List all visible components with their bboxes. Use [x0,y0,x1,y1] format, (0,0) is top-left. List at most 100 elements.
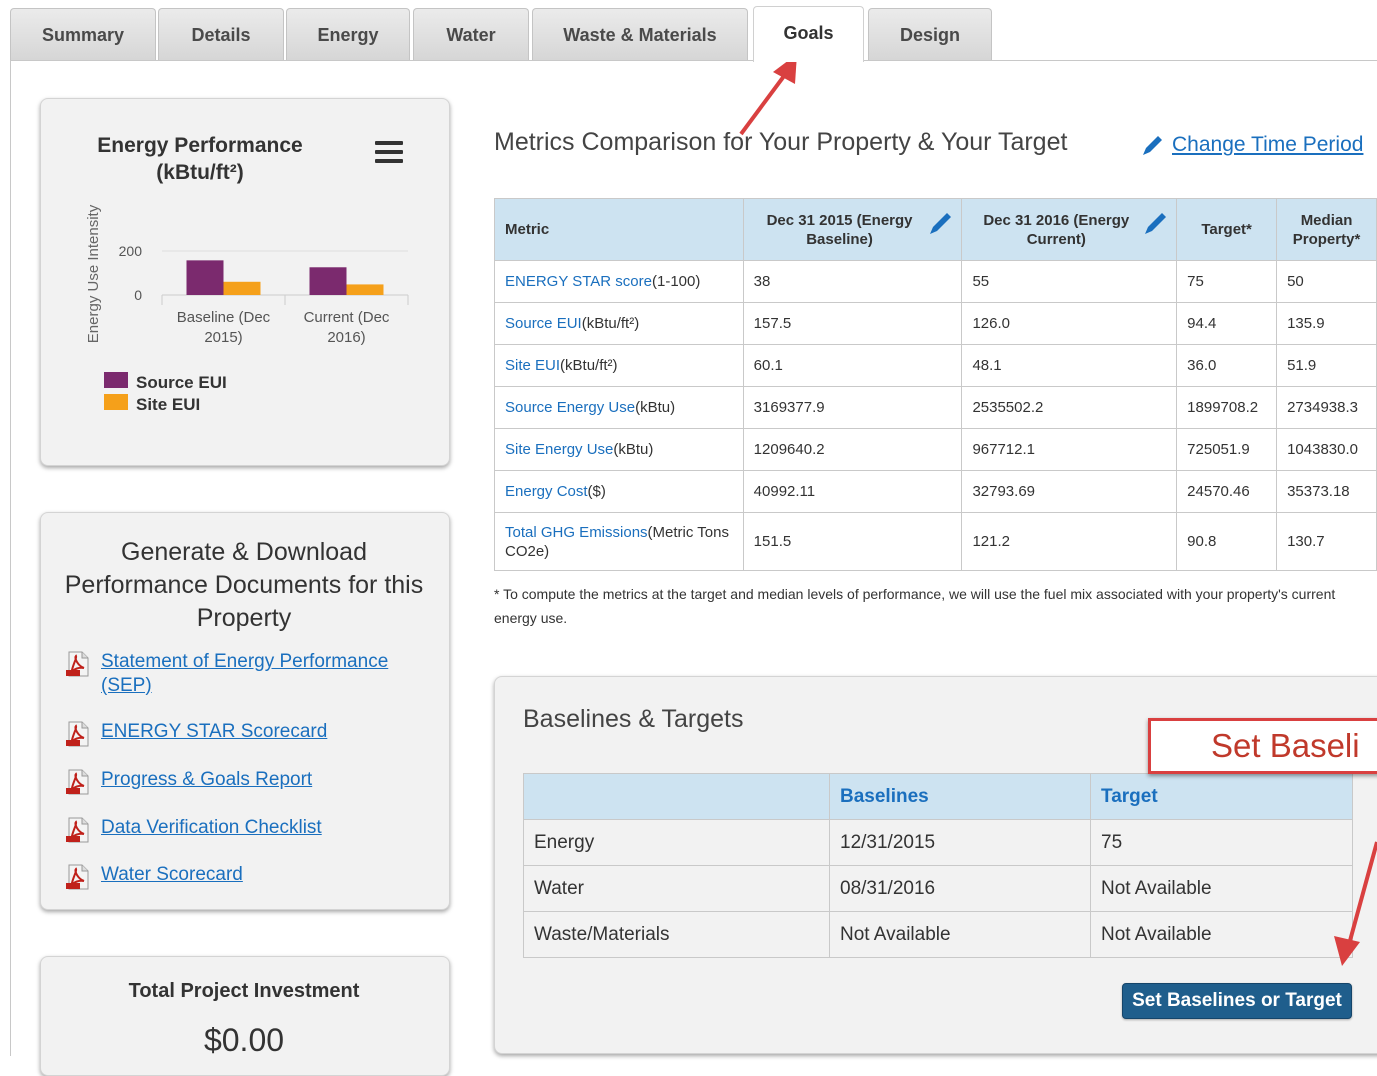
tab-details[interactable]: Details [158,8,284,60]
metric-name-cell: Total GHG Emissions(Metric Tons CO2e) [494,512,744,571]
arrow-to-goals-tab [739,54,797,136]
metric-value-cell: 151.5 [742,512,963,571]
document-link[interactable]: ENERGY STAR Scorecard [101,720,327,744]
metrics-row: Source Energy Use(kBtu) 3169377.9 2535502.… [494,386,1377,429]
document-link[interactable]: Statement of Energy Performance (SEP) [101,650,411,698]
investment-value: $0.00 [203,1022,285,1058]
metric-value-cell: 55 [961,260,1178,303]
chart-bar [309,267,347,295]
baseline-header-label: Dec 31 2015 (Energy Baseline) [766,211,913,248]
tab-goals[interactable]: Goals [753,6,864,62]
tab-waste-materials[interactable]: Waste & Materials [532,8,748,60]
chart-y-tick: 0 [134,287,142,303]
tab-summary[interactable]: Summary [10,8,156,60]
chart-bar [186,260,224,295]
metrics-header-median: Median Property* [1276,198,1377,261]
tab-water[interactable]: Water [413,8,529,60]
metric-value-cell: 121.2 [961,512,1178,571]
metric-link[interactable]: Source EUI [505,315,582,332]
metric-unit: ($) [587,483,606,500]
metric-value-cell: 94.4 [1176,302,1278,345]
metric-link[interactable]: Site EUI [505,357,560,374]
metric-name-cell: Energy Cost($) [494,470,744,513]
metric-value-cell: 90.8 [1176,512,1278,571]
document-link[interactable]: Progress & Goals Report [101,768,312,792]
metric-name-cell: ENERGY STAR score(1-100) [494,260,744,303]
baselines-title: Baselines & Targets [523,705,744,733]
pdf-icon [66,651,89,677]
chart-legend-swatch [104,372,128,388]
baselines-cell: Not Available [829,911,1091,958]
chart-y-label: Energy Use Intensity [85,204,102,343]
chart-x-tick-label: Baseline (Dec [177,309,271,326]
baselines-cell: 12/31/2015 [829,819,1091,866]
metrics-header-target: Target* [1176,198,1278,261]
metric-value-cell: 725051.9 [1176,428,1278,471]
annotation-callout: Set Baseli [1148,718,1377,774]
metrics-row: ENERGY STAR score(1-100) 38 55 75 50 [494,260,1377,303]
annotation-callout-text: Set Baseli [1211,727,1360,764]
metrics-header-baseline: Dec 31 2015 (Energy Baseline) [742,198,963,261]
metric-value-cell: 75 [1176,260,1278,303]
pencil-icon[interactable] [1142,211,1168,237]
change-time-period-link[interactable]: Change Time Period [1172,133,1363,157]
energy-performance-chart: 200 0 Energy Use Intensity Baseline (Dec 201… [85,204,409,414]
chart-bar [346,284,384,295]
metrics-row: Source EUI(kBtu/ft²) 157.5 126.0 94.4 135.9 [494,302,1377,345]
metrics-title: Metrics Comparison for Your Property & Y… [494,128,1068,156]
baselines-header-target: Target [1090,773,1353,820]
tab-design[interactable]: Design [868,8,992,60]
metric-value-cell: 2535502.2 [961,386,1178,429]
metric-link[interactable]: Source Energy Use [505,399,635,416]
metric-value-cell: 157.5 [742,302,963,345]
metric-link[interactable]: Energy Cost [505,483,588,500]
baselines-cell: Energy [523,819,830,866]
pencil-icon[interactable] [1140,134,1164,158]
document-link[interactable]: Data Verification Checklist [101,816,322,840]
chart-x-tick-label: Current (Dec [304,309,390,326]
metric-value-cell: 967712.1 [961,428,1178,471]
tab-energy[interactable]: Energy [286,8,410,60]
tab-bar: Summary Details Energy Water Waste & Mat… [0,0,1377,62]
pdf-icon [66,769,89,795]
metric-value-cell: 24570.46 [1176,470,1278,513]
metrics-header-current: Dec 31 2016 (Energy Current) [961,198,1178,261]
metric-value-cell: 130.7 [1276,512,1377,571]
metric-link[interactable]: Total GHG Emissions [505,524,648,541]
metric-value-cell: 1043830.0 [1276,428,1377,471]
pdf-icon [66,817,89,843]
chart-x-tick-label: 2015) [204,329,242,346]
document-link[interactable]: Water Scorecard [101,863,243,887]
chart-x-tick-label: 2016) [327,329,365,346]
baselines-row: Water 08/31/2016 Not Available [523,865,1353,912]
metric-name-cell: Source Energy Use(kBtu) [494,386,744,429]
metric-unit: (kBtu/ft²) [581,315,640,332]
metrics-table: Metric Dec 31 2015 (Energy Baseline) Dec… [494,198,1377,571]
metric-value-cell: 135.9 [1276,302,1377,345]
baselines-cell: Not Available [1090,911,1353,958]
set-baselines-or-target-button[interactable]: Set Baselines or Target [1122,983,1352,1019]
metrics-row: Total GHG Emissions(Metric Tons CO2e) 151… [494,512,1377,571]
documents-title: Generate & Download Performance Document… [64,538,424,632]
chart-legend-label: Site EUI [136,395,200,414]
metric-name-cell: Source EUI(kBtu/ft²) [494,302,744,345]
metric-value-cell: 2734938.3 [1276,386,1377,429]
content-border [10,60,11,1056]
metric-name-cell: Site EUI(kBtu/ft²) [494,344,744,387]
metrics-header-metric: Metric [494,198,744,261]
metric-unit: (kBtu) [635,399,676,416]
metric-value-cell: 32793.69 [961,470,1178,513]
current-header-label: Dec 31 2016 (Energy Current) [983,211,1130,248]
tab-divider [10,60,1377,61]
pencil-icon[interactable] [927,211,953,237]
metric-value-cell: 38 [742,260,963,303]
metric-name-cell: Site Energy Use(kBtu) [494,428,744,471]
metric-link[interactable]: Site Energy Use [505,441,613,458]
metric-value-cell: 1899708.2 [1176,386,1278,429]
metric-link[interactable]: ENERGY STAR score [505,273,652,290]
baselines-cell: Not Available [1090,865,1353,912]
baselines-header-baselines: Baselines [829,773,1091,820]
baselines-row: Energy 12/31/2015 75 [523,819,1353,866]
metric-value-cell: 51.9 [1276,344,1377,387]
metric-value-cell: 36.0 [1176,344,1278,387]
